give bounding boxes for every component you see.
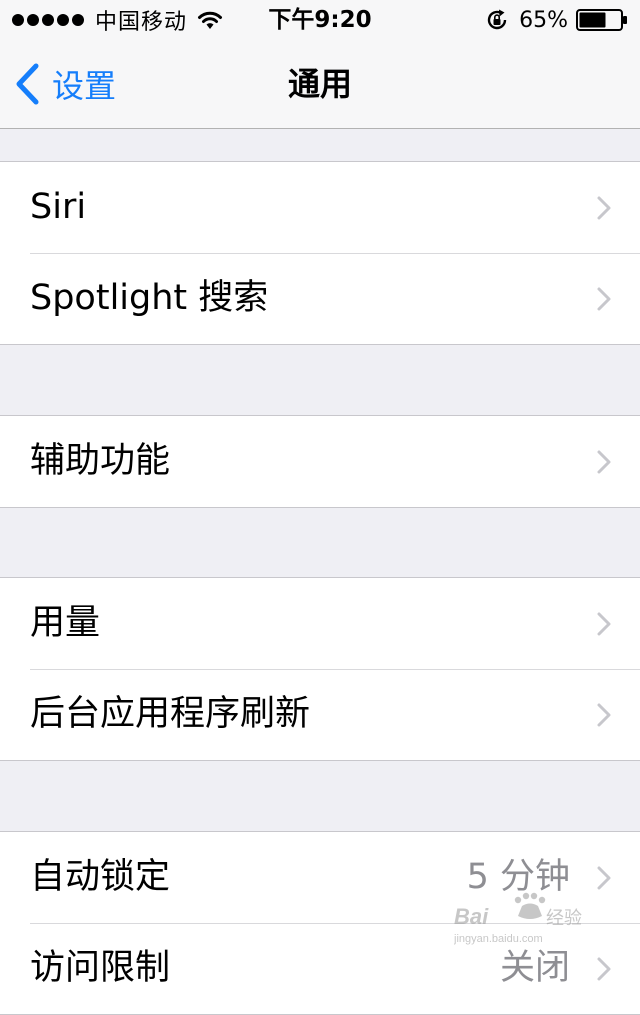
cell-value: 5 分钟 xyxy=(466,857,570,897)
cell-label: 访问限制 xyxy=(30,948,171,988)
cell-auto-lock[interactable]: 自动锁定 5 分钟 xyxy=(0,832,640,923)
status-right: 65% xyxy=(485,6,628,34)
section-usage: 用量 后台应用程序刷新 xyxy=(0,577,640,761)
section-lock-restrictions: 自动锁定 5 分钟 访问限制 关闭 xyxy=(0,831,640,1015)
page-title: 通用 xyxy=(287,65,352,103)
cell-label: 自动锁定 xyxy=(30,857,171,897)
section-siri-spotlight: Siri Spotlight 搜索 xyxy=(0,161,640,345)
chevron-right-icon xyxy=(597,450,611,474)
cell-value: 关闭 xyxy=(499,948,570,988)
rotation-lock-icon xyxy=(487,9,507,30)
battery-icon xyxy=(576,9,627,31)
status-bar: 中国移动 下午9:20 65% xyxy=(0,0,640,40)
cell-usage[interactable]: 用量 xyxy=(0,578,640,669)
cell-restrictions[interactable]: 访问限制 关闭 xyxy=(0,923,640,1014)
cell-accessibility[interactable]: 辅助功能 xyxy=(0,416,640,507)
cell-label: 后台应用程序刷新 xyxy=(30,694,311,734)
cell-label: 用量 xyxy=(30,603,101,643)
battery-percentage: 65% xyxy=(519,7,568,33)
chevron-right-icon xyxy=(597,287,611,311)
cell-label: Siri xyxy=(30,187,87,227)
chevron-right-icon xyxy=(597,703,611,727)
cell-label: 辅助功能 xyxy=(30,441,171,481)
chevron-right-icon xyxy=(597,866,611,890)
chevron-right-icon xyxy=(597,196,611,220)
cell-background-app-refresh[interactable]: 后台应用程序刷新 xyxy=(0,669,640,760)
chevron-right-icon xyxy=(597,612,611,636)
section-accessibility: 辅助功能 xyxy=(0,415,640,508)
cell-siri[interactable]: Siri xyxy=(0,162,640,253)
navigation-bar: 设置 通用 xyxy=(0,40,640,129)
cell-spotlight-search[interactable]: Spotlight 搜索 xyxy=(0,253,640,344)
cell-label: Spotlight 搜索 xyxy=(30,278,269,318)
